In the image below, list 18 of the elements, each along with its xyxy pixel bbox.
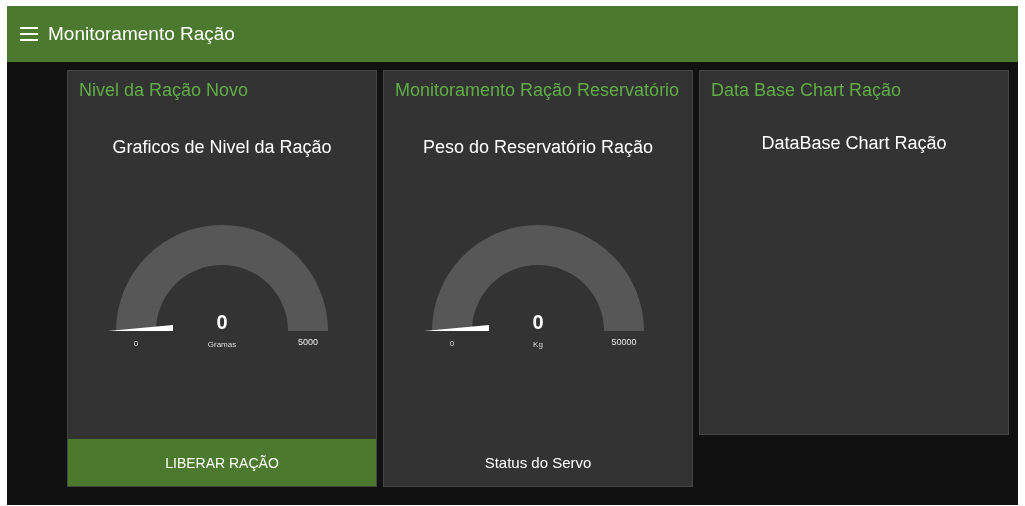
gauge-units: Gramas [207,340,237,349]
group-title: Data Base Chart Ração [711,80,902,100]
gauge-title: Peso do Reservatório Ração [422,137,654,159]
gauge-min: 0 [449,339,455,348]
gauge-value: 0 [216,311,228,333]
release-button[interactable]: LIBERAR RAÇÃO [68,439,376,486]
group-title: Nivel da Ração Novo [79,80,249,100]
gauge-min: 0 [133,339,139,348]
status-text: Status do Servo [484,454,592,471]
page-title: Monitoramento Ração [48,23,235,45]
gauge-max: 50000 [611,337,637,347]
gauge-title: Graficos de Nivel da Ração [112,137,332,159]
gauge-value: 0 [532,311,544,333]
group-title: Monitoramento Ração Reservatório [395,80,680,100]
menu-icon[interactable] [20,27,38,41]
gauge-units: Kg [533,340,543,349]
chart-title: DataBase Chart Ração [761,133,947,154]
gauge-max: 5000 [298,337,318,347]
